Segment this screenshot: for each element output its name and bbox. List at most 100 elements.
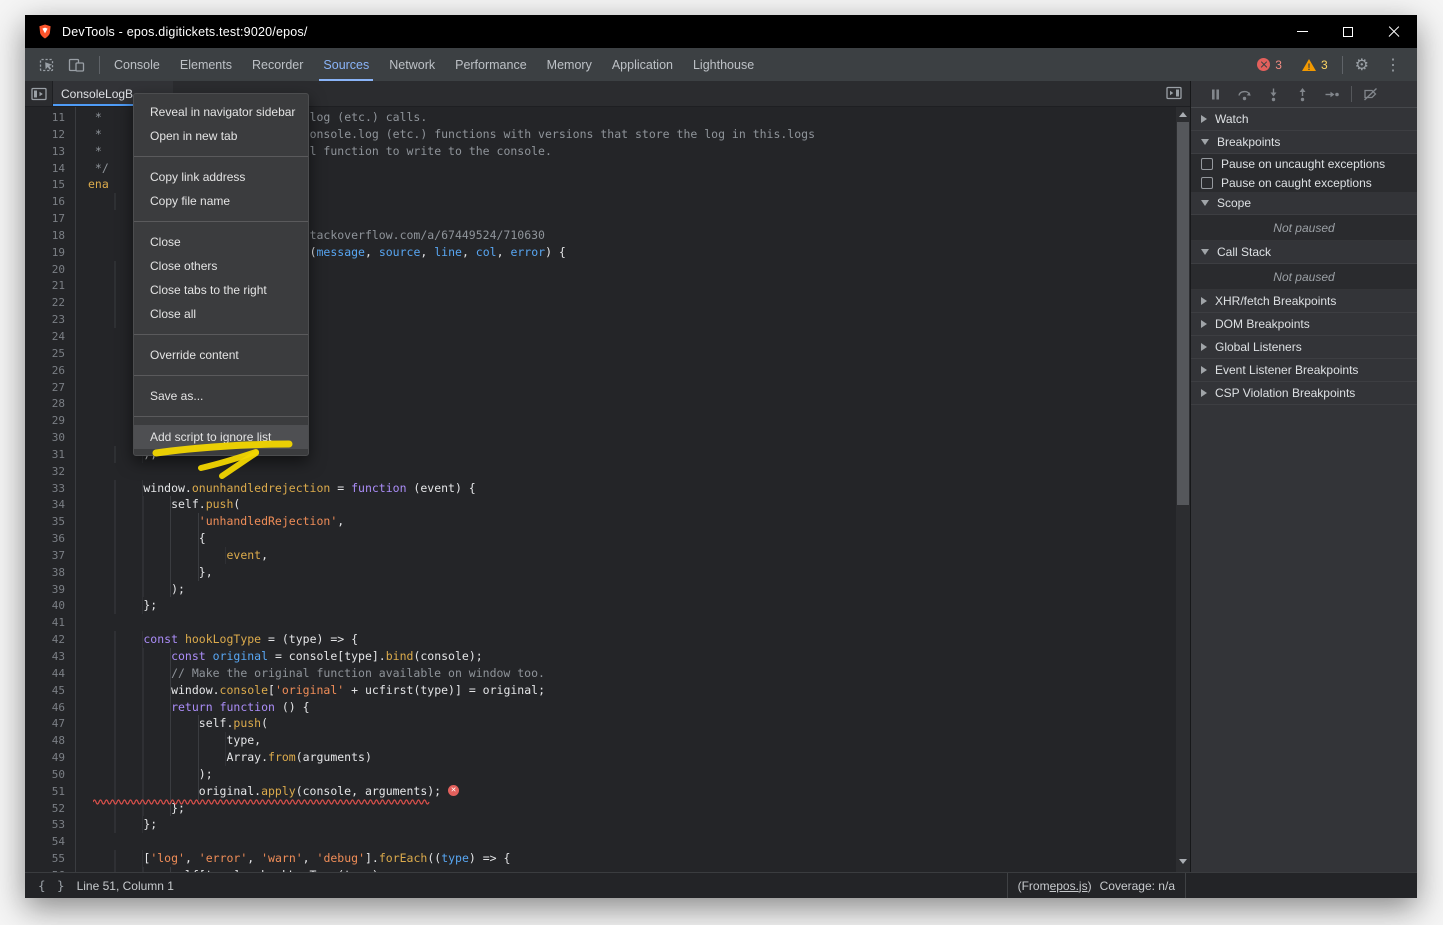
- line-number[interactable]: 30: [25, 430, 65, 447]
- line-number[interactable]: 50: [25, 767, 65, 784]
- menu-item-save-as[interactable]: Save as...: [134, 384, 308, 408]
- line-number[interactable]: 15: [25, 177, 65, 194]
- close-button[interactable]: [1371, 15, 1417, 48]
- code-line[interactable]: 39);: [25, 581, 1190, 598]
- line-number[interactable]: 46: [25, 700, 65, 717]
- code-line[interactable]: 47self.push(: [25, 715, 1190, 732]
- line-number[interactable]: 37: [25, 548, 65, 565]
- show-navigator-icon[interactable]: [25, 81, 53, 106]
- minimize-button[interactable]: [1279, 15, 1325, 48]
- scroll-up-arrow-icon[interactable]: [1179, 112, 1187, 117]
- line-number[interactable]: 24: [25, 329, 65, 346]
- sidebar-section-xhr-fetch-breakpoints[interactable]: XHR/fetch Breakpoints: [1191, 290, 1417, 313]
- line-number[interactable]: 39: [25, 582, 65, 599]
- menu-item-open-in-new-tab[interactable]: Open in new tab: [134, 124, 308, 148]
- console-errors-badge[interactable]: 3: [1257, 58, 1282, 72]
- line-number[interactable]: 16: [25, 194, 65, 211]
- code-line[interactable]: 43const original = console[type].bind(co…: [25, 648, 1190, 665]
- line-number[interactable]: 54: [25, 834, 65, 851]
- line-number[interactable]: 44: [25, 666, 65, 683]
- checkbox-icon[interactable]: [1201, 177, 1213, 189]
- line-number[interactable]: 38: [25, 565, 65, 582]
- line-number[interactable]: 45: [25, 683, 65, 700]
- sidebar-section-scope[interactable]: Scope: [1191, 192, 1417, 215]
- line-number[interactable]: 28: [25, 396, 65, 413]
- checkbox-pause-on-caught-exceptions[interactable]: Pause on caught exceptions: [1191, 173, 1417, 192]
- sidebar-section-csp-violation-breakpoints[interactable]: CSP Violation Breakpoints: [1191, 382, 1417, 405]
- code-line[interactable]: 41: [25, 614, 1190, 631]
- sidebar-section-breakpoints[interactable]: Breakpoints: [1191, 131, 1417, 154]
- line-number[interactable]: 48: [25, 733, 65, 750]
- code-line[interactable]: 54: [25, 833, 1190, 850]
- line-number[interactable]: 26: [25, 363, 65, 380]
- line-number[interactable]: 41: [25, 615, 65, 632]
- menu-item-close-tabs-to-the-right[interactable]: Close tabs to the right: [134, 278, 308, 302]
- pause-script-icon[interactable]: [1201, 87, 1230, 102]
- tab-network[interactable]: Network: [379, 48, 445, 81]
- code-line[interactable]: 53};: [25, 816, 1190, 833]
- code-line[interactable]: 42const hookLogType = (type) => {: [25, 631, 1190, 648]
- line-number[interactable]: 20: [25, 262, 65, 279]
- menu-item-copy-file-name[interactable]: Copy file name: [134, 189, 308, 213]
- menu-item-close-others[interactable]: Close others: [134, 254, 308, 278]
- line-number[interactable]: 35: [25, 514, 65, 531]
- step-over-icon[interactable]: [1230, 87, 1259, 102]
- line-number[interactable]: 18: [25, 228, 65, 245]
- code-line[interactable]: 45window.console['original' + ucfirst(ty…: [25, 682, 1190, 699]
- editor-scrollbar[interactable]: [1176, 107, 1190, 872]
- code-line[interactable]: 49Array.from(arguments): [25, 749, 1190, 766]
- line-number[interactable]: 51: [25, 784, 65, 801]
- code-line[interactable]: 32: [25, 463, 1190, 480]
- scroll-down-arrow-icon[interactable]: [1179, 859, 1187, 864]
- checkbox-pause-on-uncaught-exceptions[interactable]: Pause on uncaught exceptions: [1191, 154, 1417, 173]
- line-number[interactable]: 11: [25, 110, 65, 127]
- line-number[interactable]: 52: [25, 801, 65, 818]
- line-number[interactable]: 19: [25, 245, 65, 262]
- pretty-print-icon[interactable]: { }: [38, 878, 67, 893]
- source-file-link[interactable]: epos.js: [1050, 879, 1088, 893]
- line-number[interactable]: 25: [25, 346, 65, 363]
- code-line[interactable]: 36{: [25, 530, 1190, 547]
- sidebar-section-dom-breakpoints[interactable]: DOM Breakpoints: [1191, 313, 1417, 336]
- hide-debugger-sidebar-icon[interactable]: [1166, 86, 1182, 100]
- code-line[interactable]: 40};: [25, 597, 1190, 614]
- line-number[interactable]: 33: [25, 481, 65, 498]
- line-number[interactable]: 36: [25, 531, 65, 548]
- tab-elements[interactable]: Elements: [170, 48, 242, 81]
- line-number[interactable]: 47: [25, 716, 65, 733]
- line-number[interactable]: 22: [25, 295, 65, 312]
- line-number[interactable]: 21: [25, 278, 65, 295]
- console-warnings-badge[interactable]: ! 3: [1292, 58, 1328, 72]
- device-toolbar-icon[interactable]: [62, 57, 91, 73]
- menu-item-copy-link-address[interactable]: Copy link address: [134, 165, 308, 189]
- code-line[interactable]: 56self[type] = hookLogType(type): [25, 867, 1190, 872]
- line-number[interactable]: 42: [25, 632, 65, 649]
- line-number[interactable]: 23: [25, 312, 65, 329]
- step-into-icon[interactable]: [1259, 87, 1288, 102]
- tab-lighthouse[interactable]: Lighthouse: [683, 48, 764, 81]
- line-number[interactable]: 49: [25, 750, 65, 767]
- menu-item-close-all[interactable]: Close all: [134, 302, 308, 326]
- step-out-icon[interactable]: [1288, 87, 1317, 102]
- line-number[interactable]: 55: [25, 851, 65, 868]
- line-number[interactable]: 14: [25, 161, 65, 178]
- tab-sources[interactable]: Sources: [313, 48, 379, 81]
- menu-item-close[interactable]: Close: [134, 230, 308, 254]
- code-line[interactable]: 38},: [25, 564, 1190, 581]
- line-number[interactable]: 32: [25, 464, 65, 481]
- code-line[interactable]: 35'unhandledRejection',: [25, 513, 1190, 530]
- line-number[interactable]: 34: [25, 497, 65, 514]
- maximize-button[interactable]: [1325, 15, 1371, 48]
- line-number[interactable]: 13: [25, 144, 65, 161]
- tab-application[interactable]: Application: [602, 48, 683, 81]
- tab-console[interactable]: Console: [104, 48, 170, 81]
- menu-item-override-content[interactable]: Override content: [134, 343, 308, 367]
- line-number[interactable]: 27: [25, 380, 65, 397]
- more-options-kebab-icon[interactable]: ⋮: [1377, 55, 1409, 75]
- line-number[interactable]: 12: [25, 127, 65, 144]
- code-line[interactable]: 33window.onunhandledrejection = function…: [25, 480, 1190, 497]
- scrollbar-thumb[interactable]: [1177, 122, 1189, 505]
- checkbox-icon[interactable]: [1201, 158, 1213, 170]
- sidebar-section-event-listener-breakpoints[interactable]: Event Listener Breakpoints: [1191, 359, 1417, 382]
- code-line[interactable]: 34self.push(: [25, 496, 1190, 513]
